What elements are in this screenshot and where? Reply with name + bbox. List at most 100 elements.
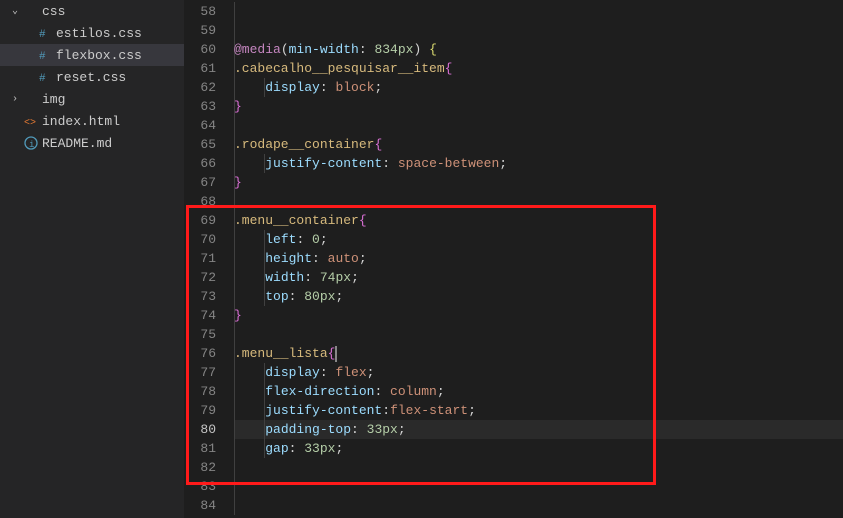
code-line[interactable] [234,496,843,515]
code-token: 33px [304,441,335,456]
tree-item-label: reset.css [54,70,126,85]
code-token: 74px [320,270,351,285]
code-line[interactable]: @media(min-width: 834px) { [234,40,843,59]
svg-text:<>: <> [24,118,36,129]
file-explorer[interactable]: ⌄css#estilos.css#flexbox.css#reset.css›i… [0,0,184,518]
code-line[interactable]: width: 74px; [234,268,843,287]
code-editor[interactable]: 5859606162636465666768697071727374757677… [184,0,843,518]
code-line[interactable]: .cabecalho__pesquisar__item{ [234,59,843,78]
css-file-icon: # [36,69,54,85]
info-file-icon: i [22,135,40,151]
code-token: ; [398,422,406,437]
code-token: 834px [374,42,413,57]
code-token: : [320,80,336,95]
line-number: 60 [184,40,216,59]
code-token: column [390,384,437,399]
code-token: ; [335,441,343,456]
code-line[interactable]: left: 0; [234,230,843,249]
code-line[interactable]: justify-content:flex-start; [234,401,843,420]
code-line[interactable] [234,458,843,477]
code-token: ; [320,232,328,247]
code-line[interactable]: } [234,173,843,192]
code-token: width [265,270,304,285]
code-area[interactable]: @media(min-width: 834px) {.cabecalho__pe… [234,0,843,518]
code-token: 80px [304,289,335,304]
code-line[interactable]: .menu__lista{ [234,344,843,363]
line-number: 61 [184,59,216,78]
line-number: 68 [184,192,216,211]
code-token: { [374,137,382,152]
code-token: flex [335,365,366,380]
tree-item-index-html[interactable]: <> index.html [0,110,184,132]
line-number: 80 [184,420,216,439]
code-line[interactable] [234,477,843,496]
line-number: 77 [184,363,216,382]
line-number: 63 [184,97,216,116]
line-number: 74 [184,306,216,325]
line-number: 66 [184,154,216,173]
code-token: display [265,365,320,380]
tree-item-label: README.md [40,136,112,151]
code-line[interactable]: gap: 33px; [234,439,843,458]
code-line[interactable]: display: block; [234,78,843,97]
code-line[interactable] [234,21,843,40]
code-token: ) [413,42,429,57]
tree-item-css[interactable]: ⌄css [0,0,184,22]
code-line[interactable]: height: auto; [234,249,843,268]
line-gutter: 5859606162636465666768697071727374757677… [184,0,234,518]
line-number: 84 [184,496,216,515]
tree-item-reset-css[interactable]: #reset.css [0,66,184,88]
code-line[interactable]: } [234,306,843,325]
tree-item-label: index.html [40,114,120,129]
css-file-icon: # [36,47,54,63]
code-token: : [312,251,328,266]
code-line[interactable]: .menu__container{ [234,211,843,230]
code-line[interactable] [234,2,843,21]
text-cursor [335,346,337,362]
line-number: 58 [184,2,216,21]
code-token: .menu__lista [234,346,328,361]
code-token: block [335,80,374,95]
code-line[interactable] [234,325,843,344]
code-token: auto [328,251,359,266]
line-number: 82 [184,458,216,477]
code-line[interactable]: } [234,97,843,116]
code-line[interactable]: flex-direction: column; [234,382,843,401]
code-token: display [265,80,320,95]
code-token: justify-content [265,156,382,171]
html-file-icon: <> [22,113,40,129]
line-number: 73 [184,287,216,306]
code-token: ; [367,365,375,380]
code-token: gap [265,441,288,456]
code-token: 0 [312,232,320,247]
code-token: : [296,232,312,247]
line-number: 81 [184,439,216,458]
line-number: 59 [184,21,216,40]
code-line[interactable]: display: flex; [234,363,843,382]
svg-text:#: # [39,51,46,63]
code-line[interactable]: padding-top: 33px; [234,420,843,439]
tree-item-estilos-css[interactable]: #estilos.css [0,22,184,44]
line-number: 65 [184,135,216,154]
code-token: : [351,422,367,437]
line-number: 70 [184,230,216,249]
tree-item-label: estilos.css [54,26,142,41]
code-token: : [374,384,390,399]
code-token: top [265,289,288,304]
code-token: : [304,270,320,285]
code-line[interactable]: justify-content: space-between; [234,154,843,173]
code-line[interactable]: top: 80px; [234,287,843,306]
code-token: ; [374,80,382,95]
line-number: 71 [184,249,216,268]
line-number: 62 [184,78,216,97]
code-line[interactable] [234,192,843,211]
tree-item-label: img [40,92,65,107]
code-token: : [359,42,375,57]
tree-item-README-md[interactable]: iREADME.md [0,132,184,154]
tree-item-img[interactable]: ›img [0,88,184,110]
code-token: height [265,251,312,266]
line-number: 72 [184,268,216,287]
code-line[interactable]: .rodape__container{ [234,135,843,154]
code-line[interactable] [234,116,843,135]
tree-item-flexbox-css[interactable]: #flexbox.css [0,44,184,66]
